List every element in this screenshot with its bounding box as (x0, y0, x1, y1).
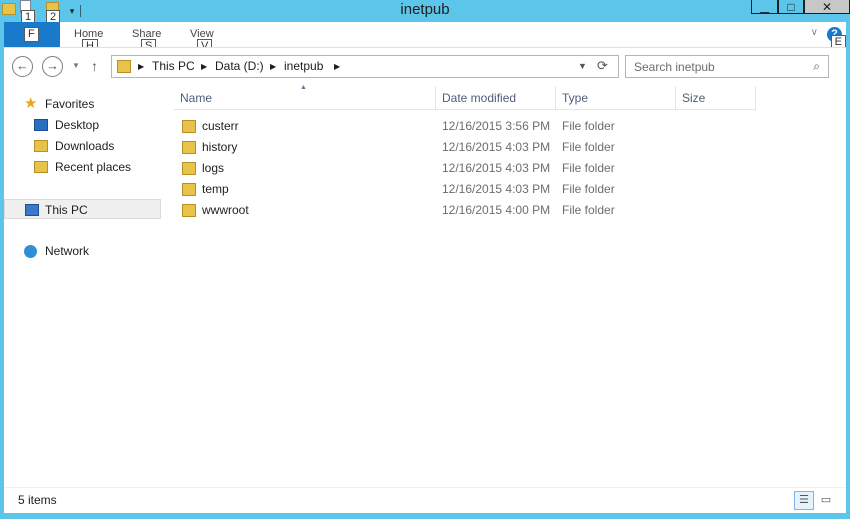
forward-button[interactable]: → (42, 56, 63, 77)
desktop-icon (34, 119, 48, 131)
breadcrumb-chevron-icon[interactable]: ▶ (270, 62, 276, 71)
file-type: File folder (562, 161, 615, 175)
qat-separator (80, 5, 81, 17)
file-date: 12/16/2015 4:00 PM (442, 203, 551, 217)
folder-icon (117, 60, 131, 73)
list-item[interactable]: wwwroot 12/16/2015 4:00 PM File folder (178, 200, 758, 221)
file-name: history (202, 140, 238, 154)
sidebar-item-label: This PC (45, 203, 88, 217)
file-date: 12/16/2015 3:56 PM (442, 119, 551, 133)
navigation-pane: ★ Favorites Desktop Downloads Recent pla… (4, 85, 162, 487)
sidebar-item-downloads[interactable]: Downloads (4, 136, 161, 156)
file-name: temp (202, 182, 229, 196)
folder-icon (2, 3, 16, 15)
up-arrow-icon[interactable]: ↑ (91, 58, 98, 74)
file-date: 12/16/2015 4:03 PM (442, 140, 551, 154)
window-title: inetpub (400, 1, 450, 18)
file-date: 12/16/2015 4:03 PM (442, 182, 551, 196)
sidebar-item-label: Network (45, 244, 90, 258)
search-input[interactable]: Search inetpub ⌕ (625, 55, 829, 78)
list-item[interactable]: history 12/16/2015 4:03 PM File folder (178, 137, 758, 158)
recent-locations-caret-icon[interactable]: ▼ (72, 61, 80, 70)
folder-icon (182, 120, 196, 133)
column-header-size[interactable]: Size (676, 86, 756, 110)
item-count: 5 items (18, 493, 57, 507)
network-icon (24, 245, 37, 258)
title-bar: 1 2 ▾ inetpub ▁ □ ✕ (0, 0, 850, 25)
window-frame-bottom (0, 513, 850, 519)
star-icon: ★ (24, 95, 38, 112)
close-button[interactable]: ✕ (804, 0, 850, 14)
column-header-name[interactable]: Name (174, 86, 436, 110)
file-name: logs (202, 161, 225, 175)
properties-button[interactable]: 1 (20, 0, 36, 25)
navigation-bar: ← → ▼ ↑ ▶ This PC ▶ Data (D:) ▶ inetpub … (4, 47, 846, 85)
sidebar-item-network[interactable]: Network (4, 241, 161, 261)
refresh-icon[interactable]: ⟳ (597, 58, 608, 74)
maximize-button[interactable]: □ (778, 0, 804, 14)
file-tab[interactable]: F (4, 22, 60, 47)
folder-icon (182, 162, 196, 175)
ribbon-tabs: F Home H Share S View V ∨ ? E (4, 22, 846, 54)
column-header-type[interactable]: Type (556, 86, 676, 110)
file-type: File folder (562, 203, 615, 217)
recent-places-icon (34, 161, 48, 173)
window-controls: ▁ □ ✕ (751, 0, 850, 14)
sidebar-item-desktop[interactable]: Desktop (4, 115, 161, 135)
breadcrumb-chevron-icon[interactable]: ▶ (334, 62, 340, 71)
folder-icon (182, 183, 196, 196)
minimize-button[interactable]: ▁ (751, 0, 778, 14)
customize-qat-button[interactable]: ▾ (68, 6, 76, 17)
status-bar: 5 items ☰ ▭ (4, 487, 846, 513)
list-item[interactable]: logs 12/16/2015 4:03 PM File folder (178, 158, 758, 179)
file-type: File folder (562, 140, 615, 154)
file-type: File folder (562, 119, 615, 133)
large-icons-view-button[interactable]: ▭ (816, 491, 836, 510)
sidebar-item-recent-places[interactable]: Recent places (4, 157, 161, 177)
list-item[interactable]: custerr 12/16/2015 3:56 PM File folder (178, 116, 758, 137)
list-item[interactable]: temp 12/16/2015 4:03 PM File folder (178, 179, 758, 200)
large-icons-view-icon: ▭ (820, 494, 832, 506)
downloads-icon (34, 140, 48, 152)
breadcrumb-chevron-icon[interactable]: ▶ (138, 62, 144, 71)
sidebar-item-label: Downloads (55, 139, 115, 153)
column-header-date-modified[interactable]: Date modified (436, 86, 556, 110)
sidebar-item-label: Recent places (55, 160, 132, 174)
main-area: ★ Favorites Desktop Downloads Recent pla… (4, 84, 846, 487)
file-list: ▲ Name Date modified Type Size custerr 1… (162, 84, 846, 487)
sidebar-item-label: Favorites (45, 97, 95, 111)
search-placeholder: Search inetpub (634, 60, 715, 74)
file-name: custerr (202, 119, 239, 133)
folder-icon (182, 204, 196, 217)
file-name: wwwroot (202, 203, 249, 217)
address-history-chevron-down-icon[interactable]: ▼ (578, 61, 587, 71)
sidebar-item-this-pc[interactable]: This PC (4, 199, 161, 219)
file-type: File folder (562, 182, 615, 196)
computer-icon (25, 204, 39, 216)
breadcrumb-inetpub[interactable]: inetpub (284, 59, 323, 73)
sidebar-item-favorites[interactable]: ★ Favorites (4, 94, 161, 114)
keytip-file: F (24, 27, 39, 42)
search-icon[interactable]: ⌕ (813, 59, 820, 74)
expand-ribbon-chevron-icon[interactable]: ∨ (811, 27, 818, 38)
details-view-button[interactable]: ☰ (794, 491, 814, 510)
back-button[interactable]: ← (12, 56, 33, 77)
breadcrumb-data-d[interactable]: Data (D:) (215, 59, 264, 73)
details-view-icon: ☰ (799, 494, 809, 506)
folder-icon (182, 141, 196, 154)
breadcrumb-this-pc[interactable]: This PC (152, 59, 195, 73)
file-date: 12/16/2015 4:03 PM (442, 161, 551, 175)
new-folder-button[interactable]: 2 (46, 0, 61, 25)
breadcrumb-chevron-icon[interactable]: ▶ (201, 62, 207, 71)
address-bar[interactable]: ▶ This PC ▶ Data (D:) ▶ inetpub ▶ ▼ ⟳ (111, 55, 619, 78)
sidebar-item-label: Desktop (55, 118, 100, 132)
quick-access-toolbar: 1 2 ▾ (2, 0, 81, 25)
